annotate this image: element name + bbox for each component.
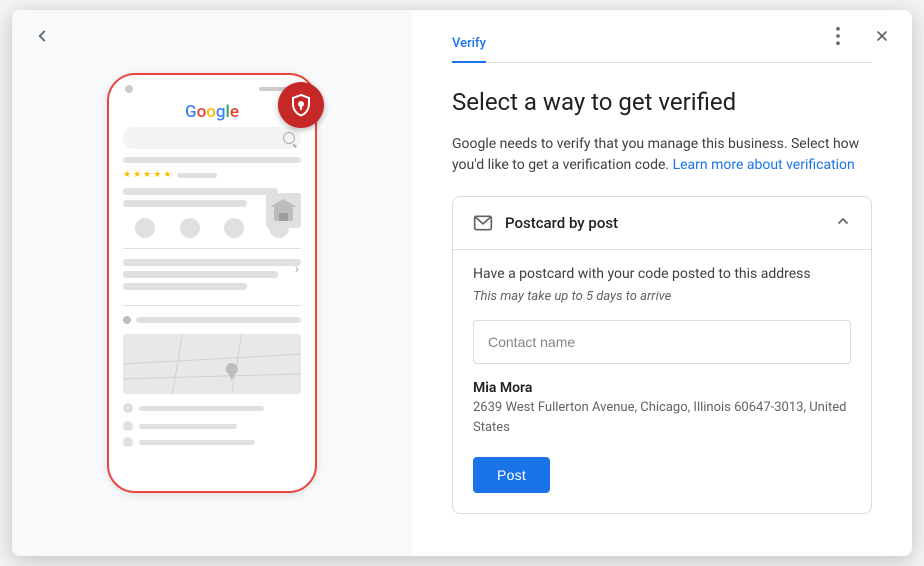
content-bar-5 <box>123 271 278 278</box>
content-bar-4 <box>123 259 301 266</box>
stars-row: ★★★★★ <box>109 168 315 184</box>
shield-badge <box>278 82 324 128</box>
bottom-bar-3 <box>139 440 255 445</box>
store-icon <box>266 193 301 228</box>
action-icon-2 <box>180 218 200 238</box>
phone-search-icon <box>283 132 295 144</box>
action-icon-1 <box>135 218 155 238</box>
mail-icon <box>473 213 493 233</box>
postcard-section: Postcard by post Have a postcard with yo… <box>452 196 872 514</box>
section-description: Have a postcard with your code posted to… <box>473 264 851 285</box>
bottom-bar-1 <box>139 406 264 411</box>
action-icon-3 <box>224 218 244 238</box>
phone-camera <box>125 85 133 93</box>
bottom-row-1 <box>109 398 315 418</box>
left-panel: Google ★★★★★ <box>12 10 412 556</box>
bottom-row-3 <box>109 434 315 450</box>
post-button[interactable]: Post <box>473 457 550 493</box>
bottom-row-2 <box>109 418 315 434</box>
bottom-icon-3 <box>123 437 133 447</box>
section-header-left: Postcard by post <box>473 213 618 233</box>
address-block: Mia Mora 2639 West Fullerton Avenue, Chi… <box>473 380 851 437</box>
dialog: Google ★★★★★ <box>12 10 912 556</box>
bottom-bar-2 <box>139 424 237 429</box>
rating-bar <box>177 173 217 178</box>
tab-verify[interactable]: Verify <box>452 26 486 63</box>
postcard-section-header[interactable]: Postcard by post <box>453 197 871 249</box>
location-bar <box>136 317 301 323</box>
chevron-up-icon <box>835 213 851 233</box>
more-options-button[interactable] <box>820 18 856 54</box>
divider-1 <box>123 248 301 249</box>
divider-2 <box>123 305 301 306</box>
list-chevron-icon: › <box>295 261 299 277</box>
top-bar <box>808 10 912 62</box>
address-name: Mia Mora <box>473 380 851 396</box>
back-button[interactable] <box>24 18 60 54</box>
bottom-icon-2 <box>123 421 133 431</box>
phone-search-bar <box>123 127 301 149</box>
section-note: This may take up to 5 days to arrive <box>473 289 851 304</box>
location-row <box>109 310 315 330</box>
location-icon <box>123 316 131 324</box>
right-panel: Verify Select a way to get verified Goog… <box>412 10 912 556</box>
bottom-icon-1 <box>123 403 133 413</box>
content-bar-2 <box>123 188 278 195</box>
shield-icon <box>289 93 313 117</box>
close-button[interactable] <box>864 18 900 54</box>
section-body: Have a postcard with your code posted to… <box>453 249 871 513</box>
content-bar-6 <box>123 283 247 290</box>
address-text: 2639 West Fullerton Avenue, Chicago, Ill… <box>473 398 851 437</box>
learn-more-link[interactable]: Learn more about verification <box>673 157 855 173</box>
contact-name-input[interactable] <box>473 320 851 364</box>
phone-illustration: Google ★★★★★ <box>107 73 317 493</box>
map-block <box>123 334 301 394</box>
content-bar-3 <box>123 200 247 207</box>
content-bar-1 <box>123 157 301 163</box>
description-text: Google needs to verify that you manage t… <box>452 134 872 176</box>
page-title: Select a way to get verified <box>452 87 872 118</box>
section-title: Postcard by post <box>505 214 618 232</box>
